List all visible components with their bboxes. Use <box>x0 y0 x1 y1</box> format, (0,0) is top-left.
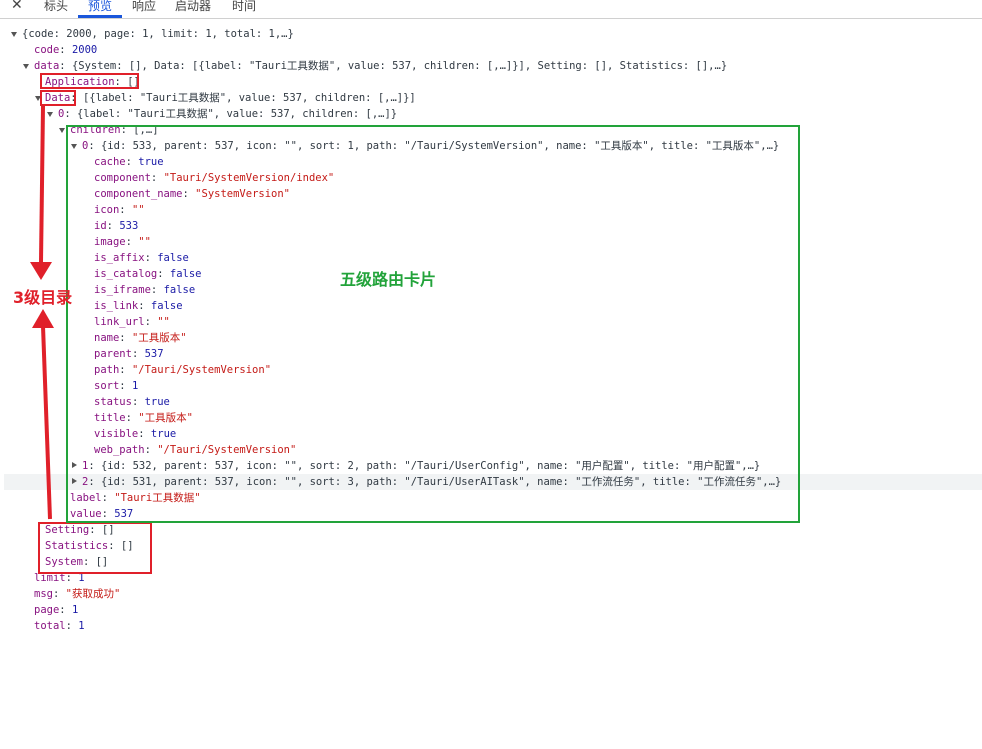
annotation-arrows <box>30 105 54 520</box>
annotation-label-route-card: 五级路由卡片 <box>340 270 437 289</box>
arrow-line-up <box>39 105 45 263</box>
arrow-head-up <box>32 309 54 328</box>
arrow-head-down <box>30 262 52 280</box>
annotation-label-level3: 3级目录 <box>13 288 73 307</box>
arrow-line-down <box>41 325 52 520</box>
